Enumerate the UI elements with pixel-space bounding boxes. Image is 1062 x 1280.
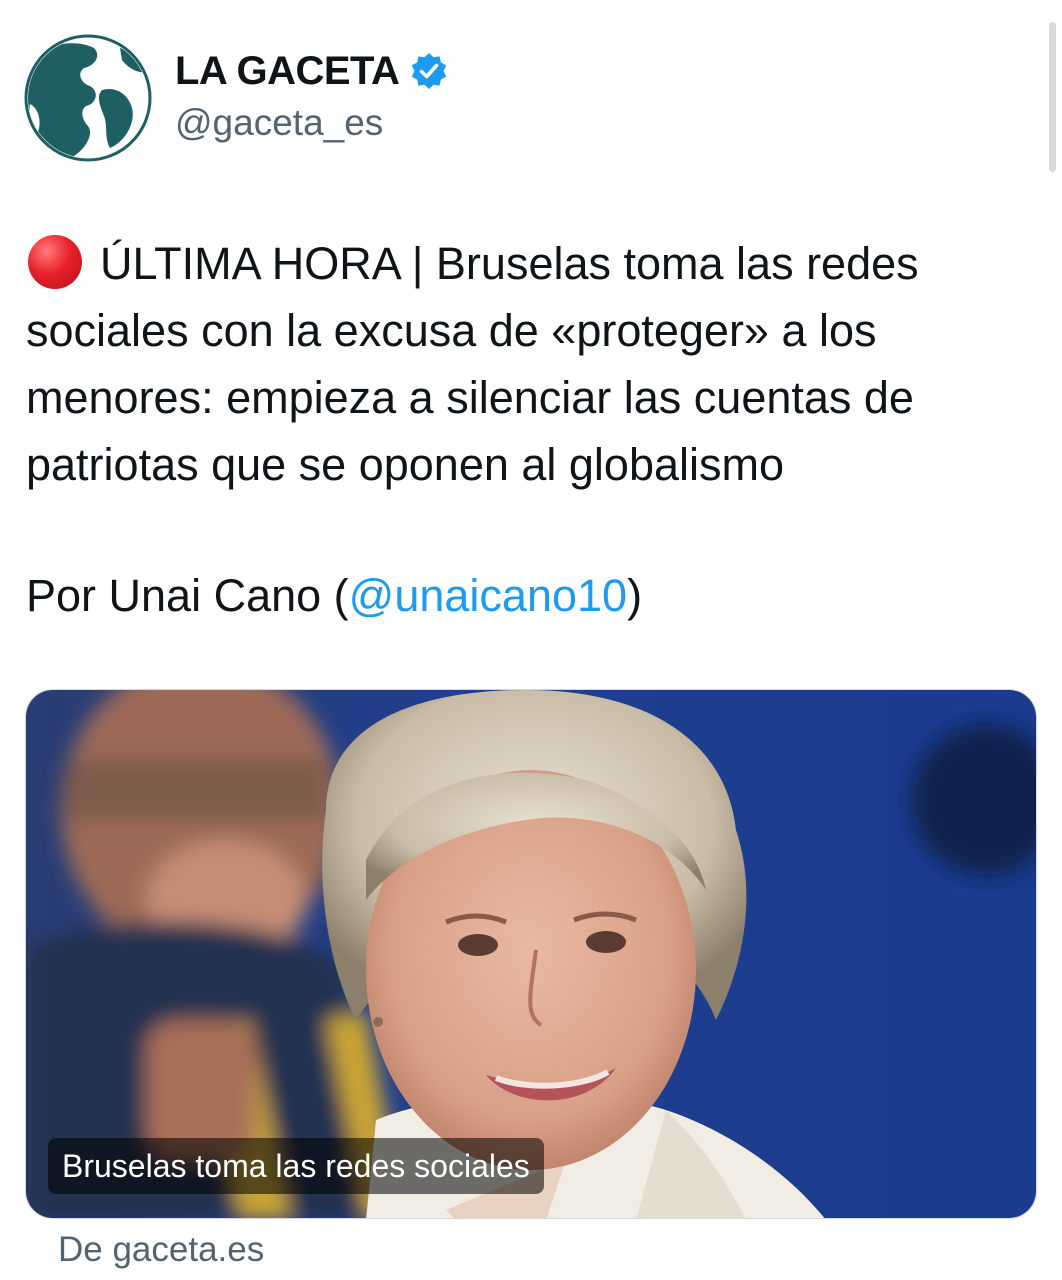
byline-suffix: )	[627, 570, 643, 621]
link-card[interactable]: Bruselas toma las redes sociales	[25, 689, 1037, 1219]
tweet-view: LA GACETA @gaceta_es ÚLTIMA HORA | Bruse…	[0, 0, 1062, 1280]
red-circle-icon	[28, 235, 82, 289]
author-name-row[interactable]: LA GACETA	[175, 46, 449, 96]
mention-link[interactable]: @unaicano10	[349, 570, 627, 621]
byline-prefix: Por Unai Cano (	[26, 570, 349, 621]
tweet-text: ÚLTIMA HORA | Bruselas toma las redes so…	[26, 238, 919, 490]
author-display-name[interactable]: LA GACETA	[175, 49, 400, 94]
author-handle[interactable]: @gaceta_es	[175, 102, 383, 144]
link-card-source[interactable]: De gaceta.es	[58, 1230, 264, 1270]
avatar[interactable]	[24, 34, 152, 162]
tweet-body: ÚLTIMA HORA | Bruselas toma las redes so…	[26, 230, 1026, 498]
scrollbar[interactable]	[1049, 22, 1056, 172]
globe-logo-icon	[24, 34, 152, 162]
link-card-title: Bruselas toma las redes sociales	[48, 1138, 544, 1194]
tweet-byline: Por Unai Cano (@unaicano10)	[26, 562, 642, 629]
verified-badge-icon	[409, 51, 449, 91]
